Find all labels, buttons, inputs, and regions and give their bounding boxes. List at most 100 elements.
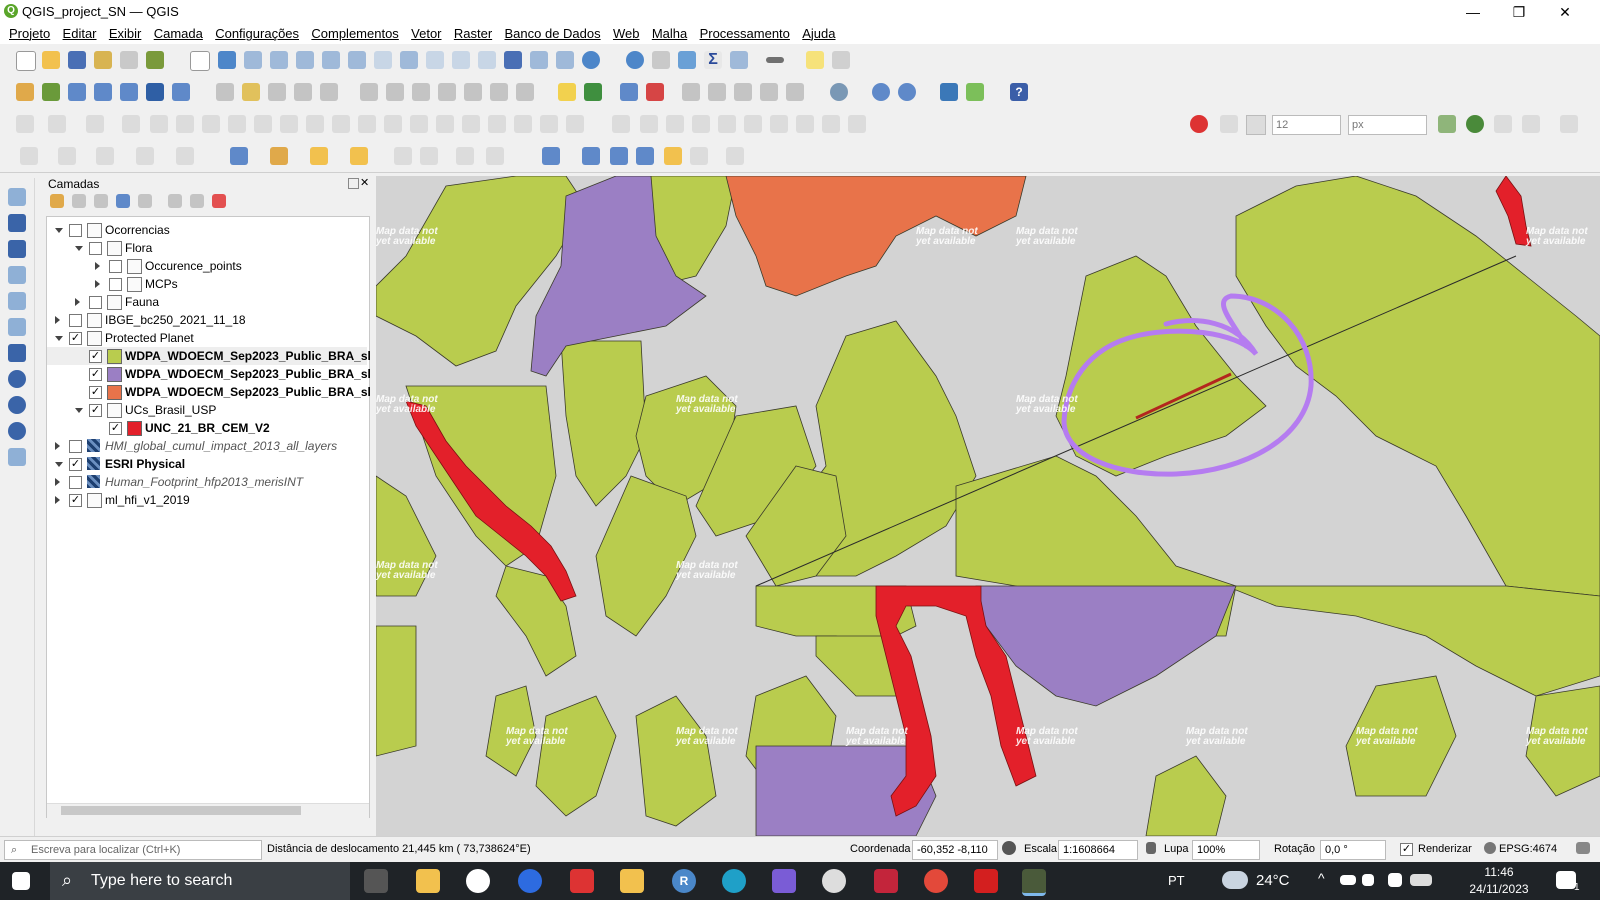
menu-malha[interactable]: Malha — [652, 24, 687, 44]
layer-tree-row[interactable]: Ocorrencias — [47, 221, 367, 239]
layer-visibility-checkbox[interactable] — [69, 314, 82, 327]
save-as-icon[interactable] — [94, 51, 112, 69]
layer-tree-row[interactable]: Flora — [47, 239, 367, 257]
collapse-arrow-icon[interactable] — [55, 462, 63, 467]
add-ring-icon[interactable] — [176, 115, 194, 133]
measure-icon[interactable] — [766, 57, 784, 63]
collapse-arrow-icon[interactable] — [75, 408, 83, 413]
add-part-icon[interactable] — [228, 115, 246, 133]
layer-tree-row[interactable]: HMI_global_cumul_impact_2013_all_layers — [47, 437, 367, 455]
snapping-tolerance-input[interactable]: 12 — [1272, 115, 1341, 135]
adv-digitize-1-icon[interactable] — [640, 115, 658, 133]
new-bookmark-icon[interactable] — [504, 51, 522, 69]
collapse-arrow-icon[interactable] — [55, 228, 63, 233]
text-annotation-icon[interactable] — [542, 147, 560, 165]
show-bookmarks-icon[interactable] — [530, 51, 548, 69]
layer-tree-row[interactable]: IBGE_bc250_2021_11_18 — [47, 311, 367, 329]
add-ellipse-icon[interactable] — [86, 115, 104, 133]
expand-arrow-icon[interactable] — [75, 298, 80, 306]
temperature[interactable]: 24°C — [1256, 872, 1290, 889]
layer-tree-row[interactable]: ✓ WDPA_WDOECM_Sep2023_Public_BRA_sl — [47, 365, 371, 383]
data-source-manager-icon[interactable] — [16, 83, 34, 101]
layer-tree-row[interactable]: Fauna — [47, 293, 367, 311]
adv-digitize-6-icon[interactable] — [770, 115, 788, 133]
expand-arrow-icon[interactable] — [55, 316, 60, 324]
protected-area-green[interactable] — [376, 625, 417, 757]
temporal-controller-icon[interactable] — [556, 51, 574, 69]
layer-visibility-checkbox[interactable] — [69, 476, 82, 489]
locator-icon[interactable] — [832, 51, 850, 69]
render-checkbox[interactable]: ✓ — [1400, 843, 1413, 856]
digitize-icon[interactable] — [16, 115, 34, 133]
scale-select[interactable]: 1:1608664 — [1058, 840, 1138, 860]
current-edits-icon[interactable] — [242, 83, 260, 101]
rotate-symbols-icon[interactable] — [462, 115, 480, 133]
add-arcgis-icon[interactable] — [8, 422, 26, 440]
layer-tree-row[interactable]: ✓ UNC_21_BR_CEM_V2 — [47, 419, 367, 437]
layer-tree-row[interactable]: ✓ Protected Planet — [47, 329, 367, 347]
add-wfs-icon[interactable] — [8, 370, 26, 388]
file-explorer-icon[interactable] — [620, 869, 644, 893]
messages-icon[interactable] — [1576, 842, 1590, 854]
windows-start-icon[interactable] — [12, 872, 30, 890]
save-edits-icon[interactable] — [268, 83, 286, 101]
notification-icon[interactable] — [1556, 871, 1576, 889]
rotate-feature-icon[interactable] — [566, 115, 584, 133]
select-features-icon[interactable] — [230, 147, 248, 165]
layer-visibility-checkbox[interactable]: ✓ — [69, 458, 82, 471]
layer-visibility-checkbox[interactable] — [89, 242, 102, 255]
add-virtual-layer-icon[interactable] — [8, 318, 26, 336]
add-polygon-icon[interactable] — [150, 115, 168, 133]
highlight-pinned-labels-icon[interactable] — [620, 83, 638, 101]
zoom-next-icon[interactable] — [426, 51, 444, 69]
locator-search-input[interactable]: ⌕ Escreva para localizar (Ctrl+K) — [4, 840, 262, 860]
snapping-magnet-icon[interactable] — [1190, 115, 1208, 133]
expand-arrow-icon[interactable] — [55, 496, 60, 504]
volume-icon[interactable] — [1362, 874, 1374, 886]
snapping-type-dropdown[interactable] — [1246, 115, 1266, 135]
favorite-star-icon[interactable] — [664, 147, 682, 165]
pan-to-selection-icon[interactable] — [218, 51, 236, 69]
add-raster-layer-icon[interactable] — [8, 214, 26, 232]
expand-arrow-icon[interactable] — [95, 280, 100, 288]
menu-banco-de-dados[interactable]: Banco de Dados — [505, 24, 601, 44]
qgis-taskbar-icon[interactable] — [1022, 869, 1046, 896]
language-indicator[interactable]: PT — [1168, 873, 1185, 888]
add-mesh-layer-icon[interactable] — [8, 240, 26, 258]
task-view-icon[interactable] — [364, 869, 388, 893]
layer-tree-row[interactable]: ✓ ml_hfi_v1_2019 — [47, 491, 367, 509]
new-scratch-layer-icon[interactable] — [120, 83, 138, 101]
layer-visibility-checkbox[interactable] — [109, 278, 122, 291]
filter-expression-icon[interactable] — [138, 194, 152, 208]
float-panel-icon[interactable] — [348, 178, 359, 189]
r-app-icon[interactable]: R — [672, 869, 696, 893]
menu-camada[interactable]: Camada — [154, 24, 203, 44]
layer-visibility-checkbox[interactable]: ✓ — [69, 332, 82, 345]
pan-icon[interactable] — [190, 51, 210, 71]
refresh-icon[interactable] — [582, 51, 600, 69]
snap-intersection-icon[interactable] — [1438, 115, 1456, 133]
menu-web[interactable]: Web — [613, 24, 640, 44]
zoom-app-icon[interactable] — [518, 869, 542, 893]
db-manager-icon[interactable] — [830, 83, 848, 101]
attribute-table-icon[interactable] — [652, 51, 670, 69]
minimize-button[interactable]: — — [1450, 0, 1496, 24]
wifi-icon[interactable] — [1388, 873, 1402, 887]
tray-chevron-icon[interactable]: ^ — [1318, 870, 1325, 886]
annotation-icon[interactable] — [394, 147, 412, 165]
close-button[interactable]: ✕ — [1542, 0, 1588, 24]
zoom-in-icon[interactable] — [244, 51, 262, 69]
globe-icon[interactable] — [1484, 842, 1496, 854]
map-svg[interactable]: Map data not yet available Map data not yet… — [376, 176, 1600, 836]
layer-tree-row[interactable]: ✓ WDPA_WDOECM_Sep2023_Public_BRA_sl — [47, 347, 371, 365]
plugin-icon[interactable] — [966, 83, 984, 101]
virtual-layer-icon[interactable] — [172, 83, 190, 101]
zoom-layer-icon[interactable] — [348, 51, 366, 69]
zoom-out-icon[interactable] — [270, 51, 288, 69]
app-circle-icon[interactable] — [466, 869, 490, 893]
reverse-line-icon[interactable] — [540, 115, 558, 133]
snap-self-icon[interactable] — [1522, 115, 1540, 133]
rotation-input[interactable]: 0,0 ° — [1320, 840, 1386, 860]
layer-visibility-checkbox[interactable] — [69, 440, 82, 453]
diagram-tool-icon[interactable] — [584, 83, 602, 101]
